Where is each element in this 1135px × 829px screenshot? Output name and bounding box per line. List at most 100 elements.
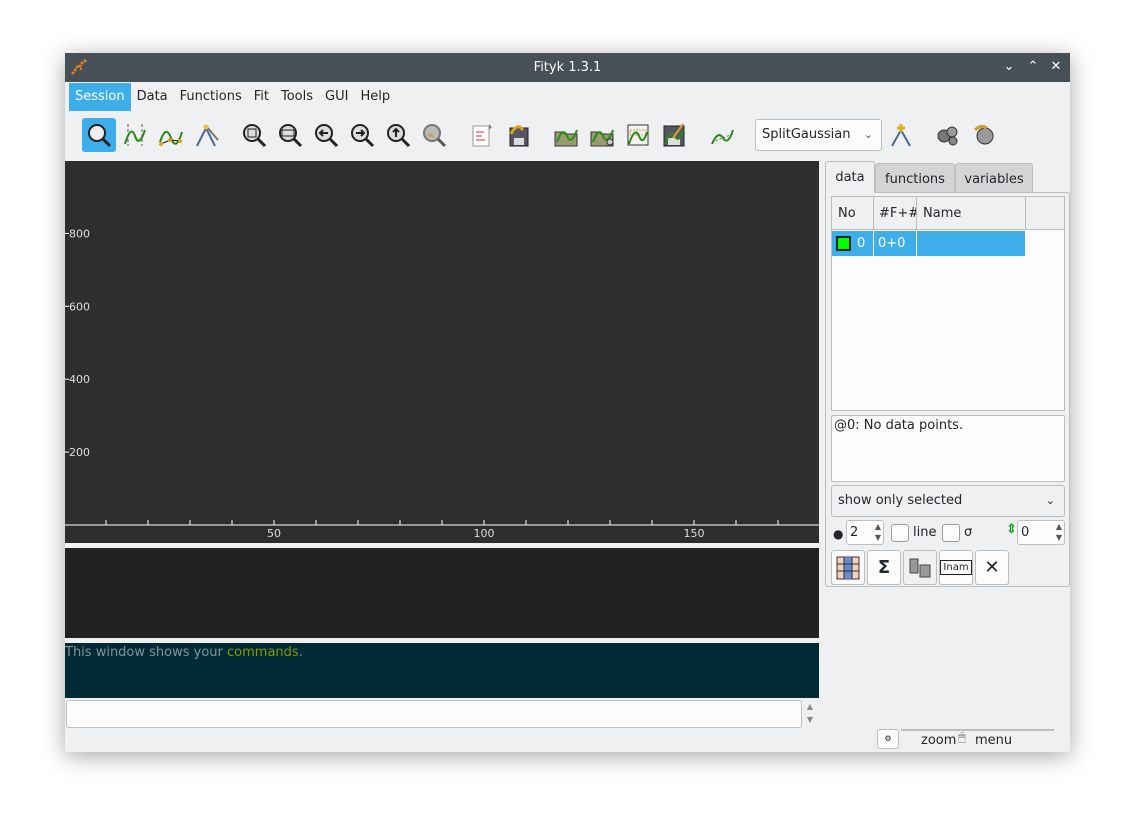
point-size-spinner[interactable]: 2 ▲ ▼ [846, 520, 884, 545]
plot-canvas[interactable]: 50 100 150 800 600 400 200 [65, 161, 819, 543]
status-divider [901, 729, 1054, 731]
chevron-down-icon: ⌄ [863, 128, 873, 141]
column-header-name[interactable]: Name [917, 197, 1026, 230]
save-session-button[interactable] [657, 118, 691, 152]
table-row-fz[interactable]: 0+0 [874, 231, 917, 256]
data-tab-pane: No #F+#Z Name 0 0+0 @0: No data points. … [825, 192, 1070, 587]
scroll-right-button[interactable] [345, 118, 379, 152]
fityk-window: Fityk 1.3.1 ⌄ ⌃ ✕ Session Data Functions… [65, 53, 1070, 752]
edit-data-button[interactable] [831, 550, 865, 585]
dataset-color-swatch[interactable] [836, 236, 851, 251]
chevron-down-icon: ⌄ [1045, 494, 1055, 507]
shift-spinner[interactable]: 0 ▲ ▼ [1017, 520, 1065, 545]
sum-icon: Σ [877, 557, 891, 578]
run-script-icon [509, 125, 529, 147]
zoom-out-button[interactable] [381, 118, 415, 152]
column-header-fz[interactable]: #F+#Z [874, 197, 917, 230]
menu-tools[interactable]: Tools [275, 83, 319, 111]
baseline-mode-button[interactable] [154, 118, 188, 152]
right-panel: data functions variables No #F+#Z Name 0… [825, 161, 1070, 587]
spinner-arrows[interactable]: ▲ ▼ [1056, 521, 1062, 543]
new-script-icon [472, 124, 492, 147]
x-tick-label: 150 [684, 527, 705, 540]
datasets-table[interactable]: No #F+#Z Name 0 0+0 [831, 196, 1065, 411]
zoom-all-button[interactable] [237, 118, 271, 152]
add-peak-button[interactable] [885, 118, 919, 152]
scroll-right-icon [351, 124, 375, 148]
load-data-button[interactable] [549, 118, 583, 152]
range-mode-icon [124, 124, 146, 146]
tab-functions[interactable]: functions [875, 163, 955, 192]
maximize-button[interactable]: ⌃ [1025, 59, 1041, 75]
output-window: This window shows your commands. [65, 643, 819, 698]
status-bar: ⚙ zoom 🖱 menu [877, 729, 1057, 751]
sum-button[interactable]: Σ [867, 550, 901, 585]
menu-fit[interactable]: Fit [248, 83, 275, 111]
menu-gui[interactable]: GUI [319, 83, 354, 111]
menu-session[interactable]: Session [69, 83, 131, 111]
start-fit-icon [937, 126, 958, 146]
export-data-icon [627, 124, 649, 146]
line-label: line [913, 525, 937, 540]
tab-variables[interactable]: variables [955, 163, 1033, 192]
shift-icon: ⇕ [1006, 522, 1017, 537]
data-transform-icon [711, 129, 734, 145]
tab-data[interactable]: data [825, 161, 875, 193]
column-header-no[interactable]: No [832, 197, 874, 230]
delete-icon: ✕ [984, 557, 1000, 578]
new-script-button[interactable] [465, 118, 499, 152]
line-checkbox[interactable] [891, 524, 909, 542]
table-row-name[interactable] [917, 231, 1026, 256]
zoom-previous-button[interactable] [417, 118, 451, 152]
data-transform-button[interactable] [705, 118, 739, 152]
range-mode-button[interactable] [118, 118, 152, 152]
delete-button[interactable]: ✕ [975, 550, 1009, 585]
spinner-arrows[interactable]: ▲ ▼ [875, 521, 881, 543]
menu-help[interactable]: Help [354, 83, 396, 111]
minimize-button[interactable]: ⌄ [1001, 59, 1017, 75]
menu-functions[interactable]: Functions [174, 83, 248, 111]
output-commands-link: commands [227, 645, 299, 660]
merge-button[interactable] [903, 550, 937, 585]
zoom-vertically-button[interactable] [273, 118, 307, 152]
command-history-scroll[interactable]: ▲ ▼ [802, 700, 818, 728]
status-config-button[interactable]: ⚙ [877, 729, 899, 749]
add-peak-mode-button[interactable] [190, 118, 224, 152]
start-fit-button[interactable] [931, 118, 965, 152]
auxiliary-plot[interactable] [65, 548, 819, 638]
export-data-button[interactable] [621, 118, 655, 152]
output-text: This window shows your [65, 645, 228, 660]
add-peak-mode-icon [196, 124, 219, 147]
scroll-left-button[interactable] [309, 118, 343, 152]
status-right-button-action: menu [975, 733, 1013, 748]
sigma-checkbox[interactable] [942, 524, 960, 542]
toolbar: SplitGaussian ⌄ [65, 115, 1070, 157]
shift-value: 0 [1021, 525, 1030, 540]
dataset-info: @0: No data points. [831, 415, 1065, 482]
zoom-mode-icon [88, 124, 112, 148]
baseline-mode-icon [159, 131, 183, 146]
command-input[interactable] [66, 700, 802, 728]
point-size-value: 2 [850, 525, 859, 540]
table-row-no[interactable]: 0 [832, 231, 874, 256]
function-type-value: SplitGaussian [762, 127, 851, 142]
load-data-advanced-icon [590, 129, 614, 147]
point-size-icon: ● [833, 527, 844, 541]
run-fit-icon [973, 124, 994, 145]
rename-button[interactable]: Inam [939, 550, 973, 585]
menu-data[interactable]: Data [131, 83, 174, 111]
close-button[interactable]: ✕ [1048, 59, 1064, 75]
run-fit-button[interactable] [967, 118, 1001, 152]
run-script-button[interactable] [501, 118, 535, 152]
main-plot[interactable]: 50 100 150 800 600 400 200 [65, 161, 819, 543]
zoom-mode-button[interactable] [82, 118, 116, 152]
zoom-previous-icon [423, 124, 447, 148]
column-header-empty [1026, 197, 1065, 230]
function-type-select[interactable]: SplitGaussian ⌄ [755, 119, 882, 151]
filter-select[interactable]: show only selected ⌄ [831, 485, 1065, 517]
load-data-advanced-button[interactable] [585, 118, 619, 152]
fityk-logo-icon [71, 59, 87, 75]
sigma-label: σ [964, 525, 973, 540]
zoom-out-icon [387, 124, 411, 148]
status-left-button-action: zoom [921, 733, 957, 748]
